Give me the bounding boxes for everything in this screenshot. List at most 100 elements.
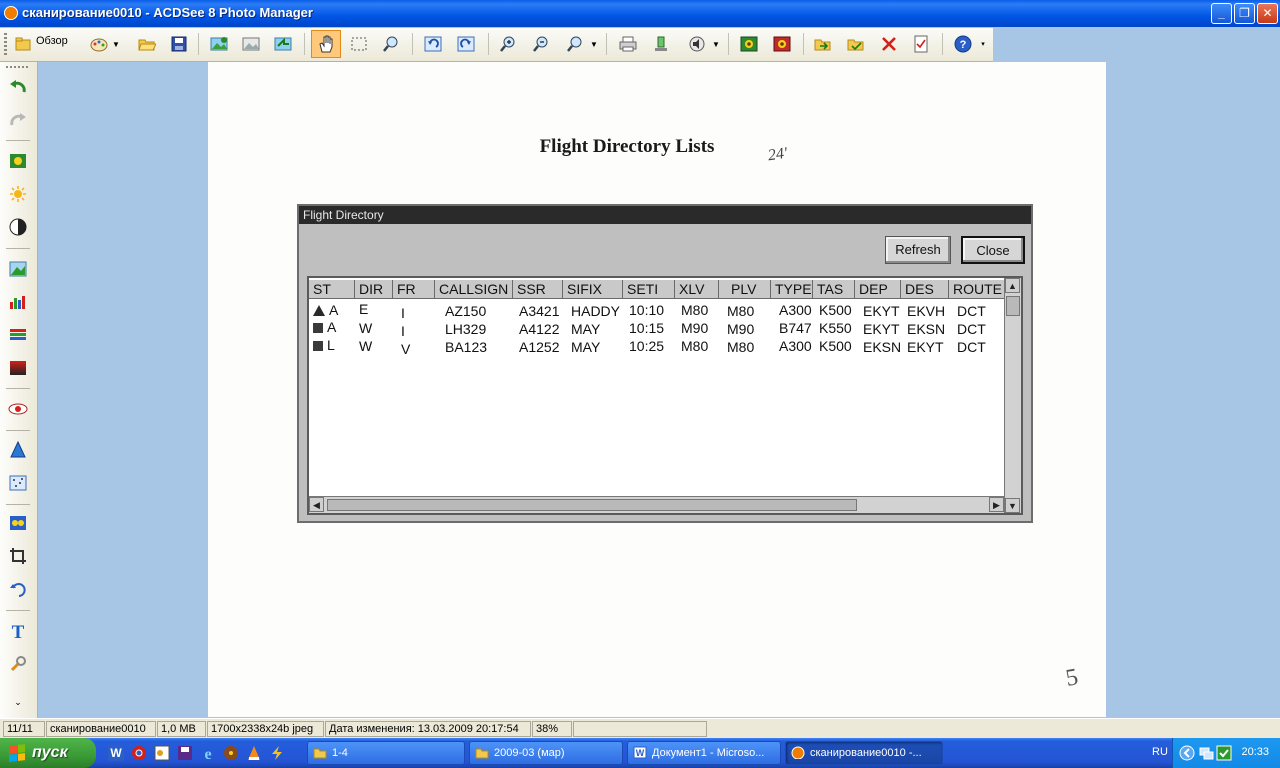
- table-row[interactable]: L: [313, 337, 335, 354]
- taskbar-item-folder-2009-03[interactable]: 2009-03 (мар): [469, 741, 623, 765]
- text-tool-icon[interactable]: T: [7, 620, 29, 642]
- audio-icon[interactable]: [686, 33, 708, 55]
- effects-icon[interactable]: [7, 512, 29, 534]
- title-bar[interactable]: сканирование0010 - ACDSee 8 Photo Manage…: [0, 0, 1280, 27]
- tray-network-icon[interactable]: [1198, 745, 1214, 761]
- ie-quicklaunch-icon[interactable]: e: [200, 745, 216, 761]
- noise-icon[interactable]: [7, 472, 29, 494]
- col-header-type[interactable]: TYPE: [771, 280, 813, 299]
- start-button[interactable]: пуск: [0, 738, 96, 768]
- zoom-out-icon[interactable]: [530, 33, 552, 55]
- col-header-callsign[interactable]: CALLSIGN: [435, 280, 513, 299]
- table-row[interactable]: A: [313, 302, 338, 319]
- chrome-quicklaunch-icon[interactable]: [131, 745, 147, 761]
- col-header-tas[interactable]: TAS: [813, 280, 855, 299]
- toolbar-overflow-icon[interactable]: ▾: [978, 33, 988, 55]
- col-header-sifix[interactable]: SIFIX: [563, 280, 623, 299]
- palette-more-icon[interactable]: ⌄: [7, 696, 29, 708]
- levels-chart-icon[interactable]: [7, 291, 29, 313]
- color-bars-icon[interactable]: [7, 324, 29, 346]
- taskbar-item-word-document[interactable]: W Документ1 - Microso...: [627, 741, 781, 765]
- col-header-seti[interactable]: SETI: [623, 280, 675, 299]
- properties-icon[interactable]: [910, 33, 932, 55]
- zoom-mode-icon[interactable]: [564, 33, 586, 55]
- help-icon[interactable]: ?: [952, 33, 974, 55]
- convert-image-icon[interactable]: [272, 33, 294, 55]
- browse-folder-icon[interactable]: [12, 33, 34, 55]
- copy-to-folder-icon[interactable]: [845, 33, 867, 55]
- col-header-st[interactable]: ST: [309, 280, 355, 299]
- horizontal-scrollbar[interactable]: ◀ ▶: [309, 496, 1004, 513]
- restore-button[interactable]: ❐: [1234, 3, 1255, 24]
- browse-button[interactable]: Обзор: [36, 35, 68, 47]
- word-quicklaunch-icon[interactable]: W: [108, 745, 124, 761]
- edit-palette-icon[interactable]: [88, 33, 110, 55]
- refresh-button[interactable]: Refresh: [885, 236, 951, 264]
- gradient-fill-icon[interactable]: [7, 357, 29, 379]
- rotate-hand-icon[interactable]: [7, 578, 29, 600]
- paint-quicklaunch-icon[interactable]: [154, 745, 170, 761]
- col-header-des[interactable]: DES: [901, 280, 949, 299]
- col-header-xlv[interactable]: XLV: [675, 280, 719, 299]
- vlc-quicklaunch-icon[interactable]: [246, 745, 262, 761]
- acdsee-app-icon[interactable]: [4, 6, 18, 20]
- move-to-folder-icon[interactable]: [812, 33, 834, 55]
- winamp-quicklaunch-icon[interactable]: [269, 745, 285, 761]
- contrast-icon[interactable]: [7, 216, 29, 238]
- acquire-image-icon[interactable]: [208, 33, 230, 55]
- scroll-right-icon[interactable]: ▶: [989, 497, 1004, 512]
- scroll-down-icon[interactable]: ▼: [1005, 498, 1020, 513]
- flight-list-grid[interactable]: ST DIR FR CALLSIGN SSR SIFIX SETI XLV PL…: [307, 276, 1023, 515]
- save-icon[interactable]: [168, 33, 190, 55]
- rotate-right-icon[interactable]: [455, 33, 477, 55]
- tray-security-icon[interactable]: [1216, 745, 1232, 761]
- zoom-in-icon[interactable]: [497, 33, 519, 55]
- close-dialog-button[interactable]: Close: [961, 236, 1025, 264]
- auto-adjust-icon[interactable]: [7, 150, 29, 172]
- wrench-icon[interactable]: [7, 653, 29, 675]
- col-header-route[interactable]: ROUTE: [949, 280, 1005, 299]
- taskbar-clock[interactable]: 20:33: [1241, 746, 1269, 758]
- scanned-page[interactable]: Flight Directory Lists 24' 5 Flight Dire…: [208, 62, 1106, 717]
- col-header-fr[interactable]: FR: [393, 280, 435, 299]
- print-icon[interactable]: [617, 33, 639, 55]
- photo-sunflower-icon[interactable]: [738, 33, 760, 55]
- rotate-left-icon[interactable]: [422, 33, 444, 55]
- color-balance-icon[interactable]: [7, 258, 29, 280]
- scroll-left-icon[interactable]: ◀: [309, 497, 324, 512]
- col-header-dep[interactable]: DEP: [855, 280, 901, 299]
- taskbar-item-folder-1-4[interactable]: 1-4: [307, 741, 465, 765]
- hand-tool-icon[interactable]: [311, 30, 341, 58]
- vertical-scroll-thumb[interactable]: [1006, 296, 1020, 316]
- crop-icon[interactable]: [7, 545, 29, 567]
- photo-red-flower-icon[interactable]: [771, 33, 793, 55]
- undo-icon[interactable]: [7, 76, 29, 98]
- slideshow-icon[interactable]: [240, 33, 262, 55]
- media-quicklaunch-icon[interactable]: [223, 745, 239, 761]
- col-header-dir[interactable]: DIR: [355, 280, 393, 299]
- palette-grip[interactable]: [6, 66, 30, 68]
- col-header-ssr[interactable]: SSR: [513, 280, 563, 299]
- audio-dropdown-arrow-icon[interactable]: ▼: [710, 33, 722, 55]
- toolbar-grip[interactable]: [4, 33, 7, 55]
- scroll-up-icon[interactable]: ▲: [1005, 278, 1020, 293]
- magnifier-tool-icon[interactable]: [380, 33, 402, 55]
- table-row[interactable]: A: [313, 319, 336, 336]
- horizontal-scroll-thumb[interactable]: [327, 499, 857, 511]
- edit-dropdown-arrow-icon[interactable]: ▼: [110, 33, 122, 55]
- language-indicator[interactable]: RU: [1152, 746, 1168, 758]
- delete-icon[interactable]: [878, 33, 900, 55]
- red-eye-icon[interactable]: [7, 398, 29, 420]
- zoom-dropdown-arrow-icon[interactable]: ▼: [588, 33, 600, 55]
- col-header-plv[interactable]: PLV: [719, 280, 771, 299]
- sharpen-icon[interactable]: [7, 439, 29, 461]
- redo-icon[interactable]: [7, 109, 29, 131]
- tray-expand-icon[interactable]: [1179, 745, 1195, 761]
- brightness-icon[interactable]: [7, 183, 29, 205]
- taskbar-item-acdsee[interactable]: сканирование0010 -...: [785, 741, 943, 765]
- vertical-scrollbar[interactable]: ▲ ▼: [1004, 278, 1021, 513]
- selection-tool-icon[interactable]: [348, 33, 370, 55]
- minimize-button[interactable]: _: [1211, 3, 1232, 24]
- save-quicklaunch-icon[interactable]: [177, 745, 193, 761]
- close-window-button[interactable]: ✕: [1257, 3, 1278, 24]
